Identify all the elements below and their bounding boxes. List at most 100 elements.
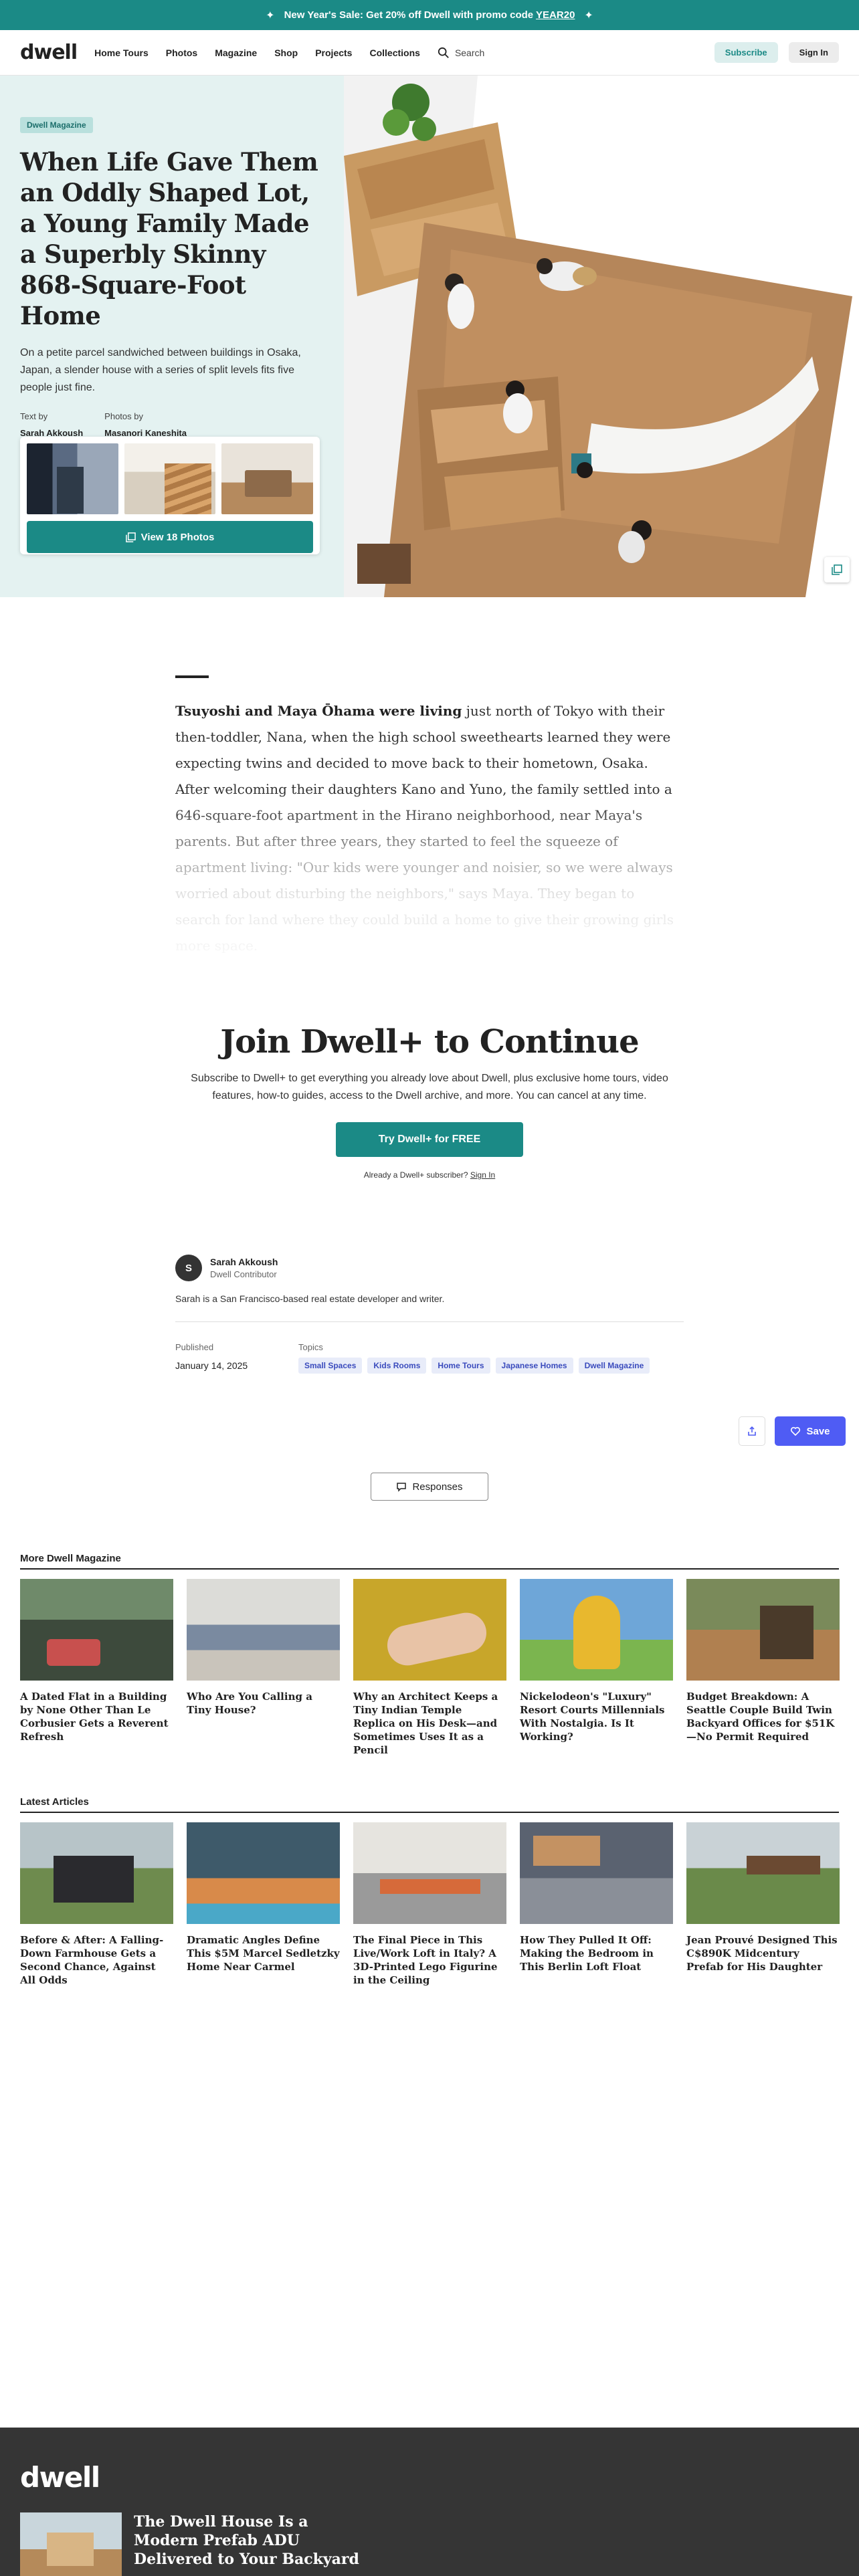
search-label: Search	[454, 47, 485, 58]
gallery-thumb[interactable]	[124, 443, 216, 514]
card-title[interactable]: The Final Piece in This Live/Work Loft i…	[353, 1933, 506, 1987]
article-card[interactable]: Dramatic Angles Define This $5M Marcel S…	[187, 1822, 340, 1987]
card-title[interactable]: Budget Breakdown: A Seattle Couple Build…	[686, 1690, 840, 1743]
topic-tag[interactable]: Home Tours	[432, 1358, 490, 1374]
card-title[interactable]: Dramatic Angles Define This $5M Marcel S…	[187, 1933, 340, 1973]
article-lead: Tsuyoshi and Maya Ōhama were living	[175, 703, 462, 719]
photos-by-label: Photos by	[104, 411, 143, 421]
card-image[interactable]	[520, 1579, 673, 1681]
footer-logo[interactable]: dwell	[20, 2461, 839, 2494]
card-image[interactable]	[686, 1579, 840, 1681]
search-icon	[438, 47, 449, 58]
topic-tag[interactable]: Dwell Magazine	[578, 1358, 650, 1374]
latest-articles-section: Latest Articles Before & After: A Fallin…	[20, 1796, 840, 1987]
site-header: dwell Home Tours Photos Magazine Shop Pr…	[0, 30, 859, 76]
card-image[interactable]	[20, 1579, 173, 1681]
article-card[interactable]: Budget Breakdown: A Seattle Couple Build…	[686, 1579, 840, 1757]
card-title[interactable]: Nickelodeon's "Luxury" Resort Courts Mil…	[520, 1690, 673, 1743]
nav-photos[interactable]: Photos	[166, 47, 197, 58]
gallery-icon	[125, 532, 136, 542]
footer-promo-card[interactable]: The Dwell House Is a Modern Prefab ADU D…	[20, 2512, 839, 2576]
expand-image-button[interactable]	[824, 557, 850, 582]
gallery-thumb[interactable]	[27, 443, 118, 514]
site-footer: dwell The Dwell House Is a Modern Prefab…	[0, 2428, 859, 2576]
article-title: When Life Gave Them an Oddly Shaped Lot,…	[20, 147, 318, 330]
section-title: Latest Articles	[20, 1796, 839, 1813]
card-image[interactable]	[353, 1579, 506, 1681]
topics-label: Topics	[298, 1342, 323, 1352]
card-image[interactable]	[520, 1822, 673, 1924]
article-dek: On a petite parcel sandwiched between bu…	[20, 347, 301, 393]
article-card[interactable]: Why an Architect Keeps a Tiny Indian Tem…	[353, 1579, 506, 1757]
hero-photo-graphic	[344, 76, 859, 597]
paywall-text: Subscribe to Dwell+ to get everything yo…	[191, 1073, 668, 1101]
nav-collections[interactable]: Collections	[369, 47, 419, 58]
topic-tag[interactable]: Small Spaces	[298, 1358, 363, 1374]
hero-image[interactable]	[344, 76, 859, 597]
subscribe-button[interactable]: Subscribe	[714, 42, 778, 63]
card-image[interactable]	[187, 1822, 340, 1924]
article-meta: Published January 14, 2025 Topics Small …	[175, 1342, 684, 1374]
more-magazine-section: More Dwell Magazine A Dated Flat in a Bu…	[20, 1553, 840, 1757]
avatar[interactable]: S	[175, 1255, 202, 1281]
promo-text: New Year's Sale: Get 20% off Dwell with …	[284, 9, 575, 21]
paywall-sign-in-link[interactable]: Sign In	[470, 1170, 495, 1180]
share-icon	[748, 1426, 756, 1436]
view-photos-label: View 18 Photos	[140, 531, 215, 543]
author-name[interactable]: Sarah Akkoush	[210, 1257, 278, 1267]
footer-promo-image[interactable]	[20, 2512, 122, 2576]
author-role: Dwell Contributor	[210, 1269, 277, 1279]
article-card[interactable]: Before & After: A Falling-Down Farmhouse…	[20, 1822, 173, 1987]
card-title[interactable]: Before & After: A Falling-Down Farmhouse…	[20, 1933, 173, 1987]
responses-button[interactable]: Responses	[371, 1473, 488, 1501]
card-image[interactable]	[686, 1822, 840, 1924]
card-image[interactable]	[20, 1822, 173, 1924]
article-card[interactable]: A Dated Flat in a Building by None Other…	[20, 1579, 173, 1757]
topic-tag[interactable]: Japanese Homes	[495, 1358, 573, 1374]
paywall-title: Join Dwell+ to Continue	[220, 1023, 639, 1061]
card-title[interactable]: Who Are You Calling a Tiny House?	[187, 1690, 340, 1717]
nav-home-tours[interactable]: Home Tours	[94, 47, 149, 58]
responses-label: Responses	[412, 1481, 463, 1493]
sign-in-button[interactable]: Sign In	[788, 42, 839, 63]
promo-banner[interactable]: ✦ New Year's Sale: Get 20% off Dwell wit…	[0, 0, 859, 30]
article-card[interactable]: The Final Piece in This Live/Work Loft i…	[353, 1822, 506, 1987]
card-image[interactable]	[353, 1822, 506, 1924]
paywall-fade	[175, 798, 684, 972]
text-by-label: Text by	[20, 411, 48, 421]
nav-shop[interactable]: Shop	[274, 47, 298, 58]
article-card[interactable]: How They Pulled It Off: Making the Bedro…	[520, 1822, 673, 1987]
dwell-logo[interactable]: dwell	[20, 41, 78, 64]
article-rule	[175, 675, 209, 678]
published-label: Published	[175, 1342, 214, 1352]
already-subscriber: Already a Dwell+ subscriber? Sign In	[175, 1170, 684, 1180]
promo-code[interactable]: YEAR20	[536, 9, 575, 21]
save-button[interactable]: Save	[775, 1416, 846, 1446]
card-title[interactable]: A Dated Flat in a Building by None Other…	[20, 1690, 173, 1743]
article-card[interactable]: Who Are You Calling a Tiny House?	[187, 1579, 340, 1757]
nav-projects[interactable]: Projects	[315, 47, 352, 58]
author-bio: Sarah is a San Francisco-based real esta…	[175, 1293, 445, 1304]
article-card[interactable]: Jean Prouvé Designed This C$890K Midcent…	[686, 1822, 840, 1987]
gallery-thumb[interactable]	[221, 443, 314, 514]
paywall: Join Dwell+ to Continue Subscribe to Dwe…	[175, 1023, 684, 1180]
author-section: S Sarah Akkoush Dwell Contributor Sarah …	[175, 1255, 684, 1374]
nav-magazine[interactable]: Magazine	[215, 47, 257, 58]
card-title[interactable]: Why an Architect Keeps a Tiny Indian Tem…	[353, 1690, 506, 1757]
try-dwell-plus-button[interactable]: Try Dwell+ for FREE	[336, 1122, 523, 1157]
card-image[interactable]	[187, 1579, 340, 1681]
topic-tag[interactable]: Kids Rooms	[367, 1358, 427, 1374]
search-button[interactable]: Search	[438, 47, 484, 59]
category-tag[interactable]: Dwell Magazine	[20, 117, 93, 133]
card-title[interactable]: Jean Prouvé Designed This C$890K Midcent…	[686, 1933, 840, 1973]
view-photos-button[interactable]: View 18 Photos	[27, 521, 313, 553]
share-button[interactable]	[739, 1416, 765, 1446]
published-date: January 14, 2025	[175, 1360, 248, 1371]
article-paragraph: Tsuyoshi and Maya Ōhama were living just…	[175, 698, 684, 972]
card-title[interactable]: How They Pulled It Off: Making the Bedro…	[520, 1933, 673, 1973]
main-nav: Home Tours Photos Magazine Shop Projects…	[94, 47, 420, 58]
already-text: Already a Dwell+ subscriber?	[363, 1170, 468, 1180]
footer-promo-title[interactable]: The Dwell House Is a Modern Prefab ADU D…	[134, 2512, 361, 2576]
article-card[interactable]: Nickelodeon's "Luxury" Resort Courts Mil…	[520, 1579, 673, 1757]
photo-gallery-preview: View 18 Photos	[20, 437, 320, 554]
